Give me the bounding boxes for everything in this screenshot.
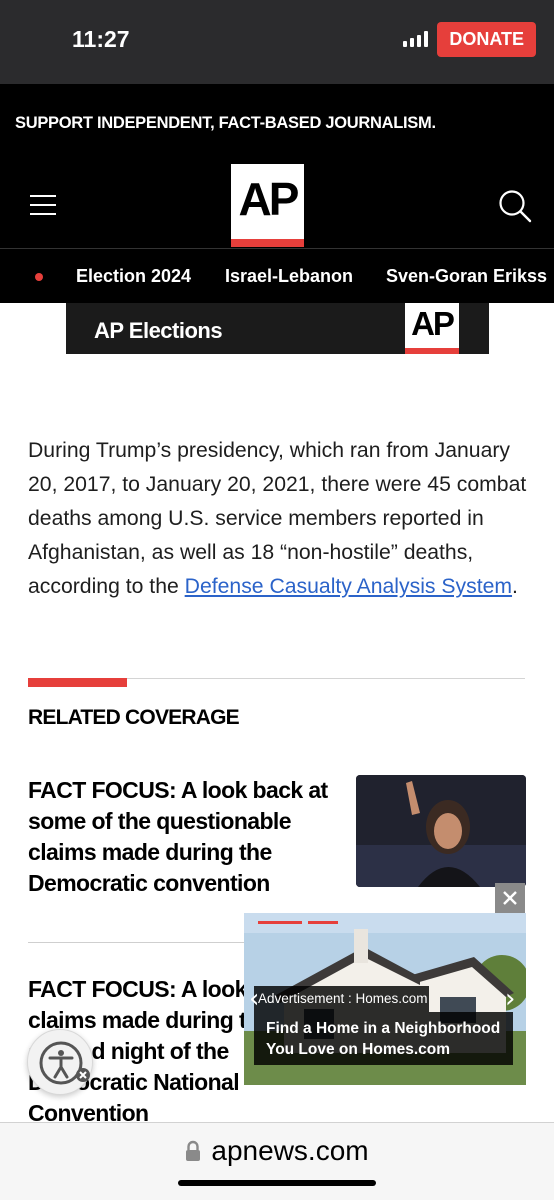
- hamburger-icon[interactable]: [30, 195, 56, 215]
- site-header: AP: [0, 162, 554, 248]
- story-title[interactable]: FACT FOCUS: A look back at some of the q…: [28, 775, 338, 899]
- ap-logo-text: AP: [238, 173, 300, 225]
- topic-link-sven-goran[interactable]: Sven-Goran Erikss: [386, 266, 547, 287]
- ap-mini-logo: AP: [405, 303, 459, 354]
- related-accent-bar: [28, 678, 127, 687]
- article-text-end: .: [512, 575, 518, 598]
- live-dot-icon: [35, 273, 43, 281]
- ad-caption[interactable]: Find a Home in a Neighborhood You Love o…: [254, 1012, 513, 1065]
- ad-next-icon[interactable]: ›: [505, 984, 515, 1014]
- accessibility-icon: [39, 1041, 90, 1085]
- topic-link-election[interactable]: Election 2024: [76, 266, 191, 287]
- ap-elections-banner[interactable]: AP Elections AP: [66, 303, 489, 354]
- ad-label: Advertisement : Homes.com: [254, 986, 429, 1012]
- article-paragraph: During Trump’s presidency, which ran fro…: [28, 434, 528, 604]
- ad-close-button[interactable]: [495, 883, 525, 913]
- donate-button[interactable]: DONATE: [437, 22, 536, 57]
- ap-mini-logo-text: AP: [411, 305, 455, 342]
- elections-banner-label: AP Elections: [94, 318, 223, 343]
- close-icon: [503, 891, 517, 905]
- home-indicator[interactable]: [178, 1180, 376, 1186]
- browser-address-bar[interactable]: apnews.com: [0, 1122, 554, 1200]
- related-coverage-heading: RELATED COVERAGE: [28, 706, 240, 729]
- topic-link-israel-lebanon[interactable]: Israel-Lebanon: [225, 266, 353, 287]
- accessibility-button[interactable]: [27, 1029, 93, 1095]
- status-time: 11:27: [72, 26, 130, 52]
- support-text: SUPPORT INDEPENDENT, FACT-BASED JOURNALI…: [15, 113, 436, 132]
- support-banner: SUPPORT INDEPENDENT, FACT-BASED JOURNALI…: [0, 84, 554, 162]
- ap-logo[interactable]: AP: [231, 164, 304, 247]
- ad-prev-icon[interactable]: ‹: [249, 984, 259, 1014]
- topic-nav: Election 2024 Israel-Lebanon Sven-Goran …: [0, 248, 554, 303]
- url-text[interactable]: apnews.com: [211, 1135, 368, 1167]
- signal-icon: [403, 31, 428, 47]
- search-icon[interactable]: [498, 189, 532, 223]
- story-thumbnail[interactable]: [356, 775, 526, 887]
- lock-icon: [186, 1140, 201, 1161]
- defense-casualty-link[interactable]: Defense Casualty Analysis System: [185, 575, 512, 598]
